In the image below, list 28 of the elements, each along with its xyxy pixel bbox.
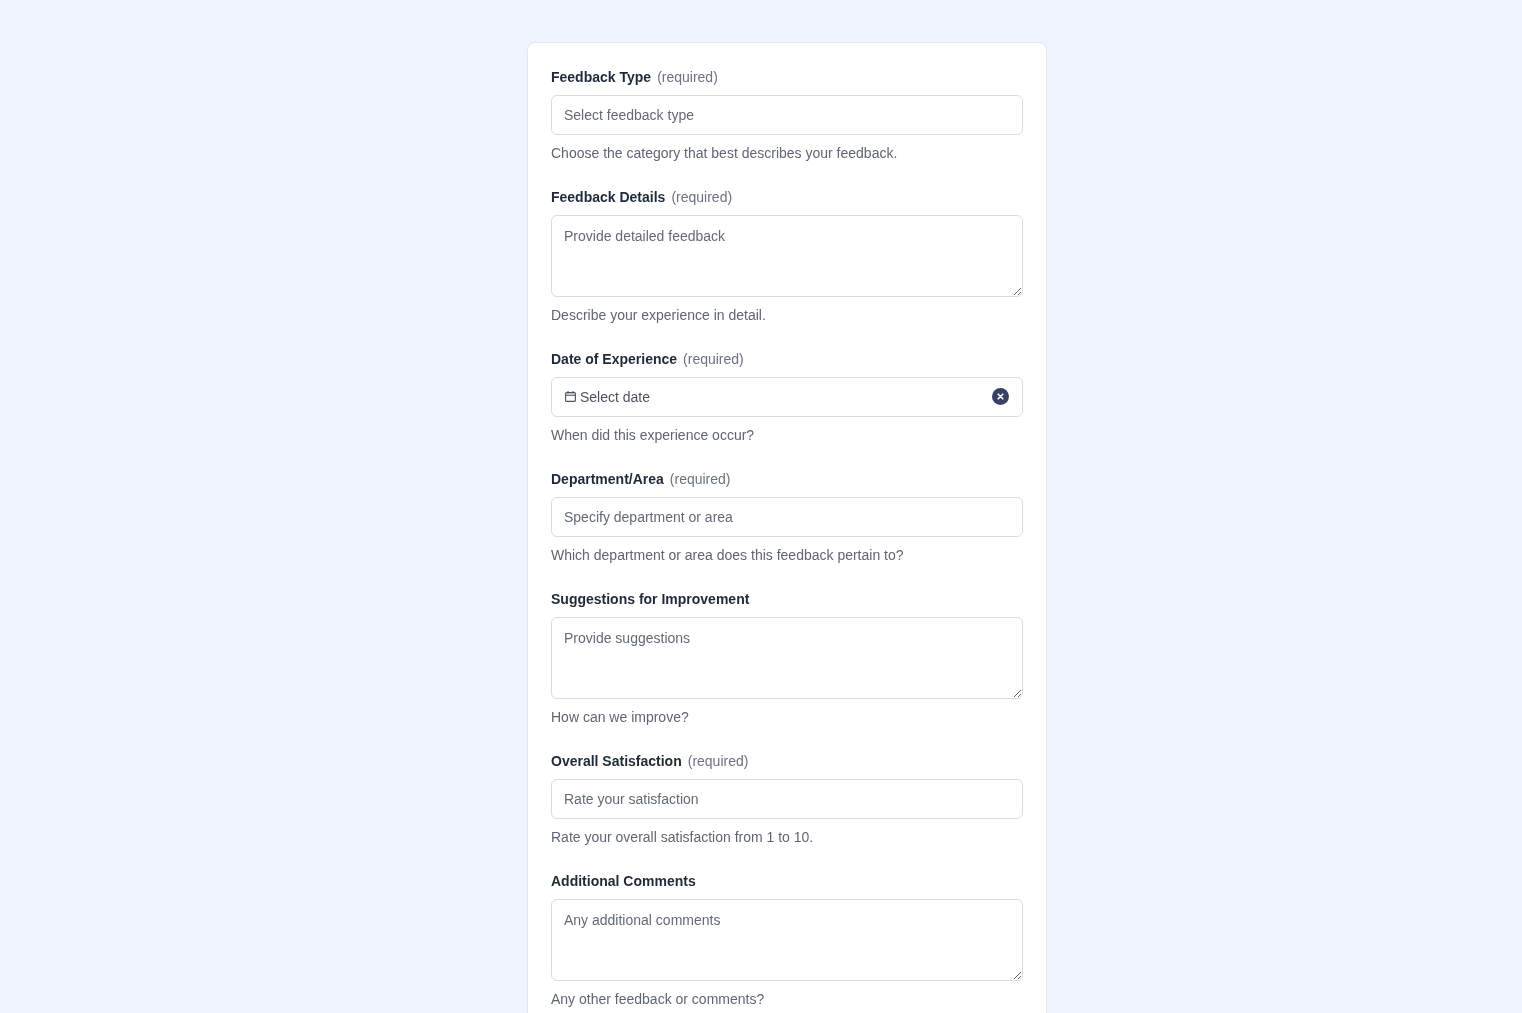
field-label: Date of Experience: [551, 350, 678, 369]
required-note: (required): [671, 188, 733, 207]
textarea-field[interactable]: Provide suggestions: [551, 617, 1023, 699]
field-label: Suggestions for Improvement: [551, 590, 750, 609]
required-note: (required): [657, 68, 718, 87]
help-text: Any other feedback or comments?: [551, 990, 766, 1009]
required-note: (required): [669, 470, 731, 489]
help-text: Describe your experience in detail.: [551, 306, 767, 325]
select-field[interactable]: Select feedback type: [551, 95, 1023, 135]
field-label: Overall Satisfaction: [551, 752, 682, 771]
help-text: How can we improve?: [551, 708, 690, 727]
help-text: Rate your overall satisfaction from 1 to 10.: [551, 828, 815, 847]
field-label: Feedback Type: [551, 68, 652, 87]
textarea-field[interactable]: Provide detailed feedback: [551, 215, 1023, 297]
help-text: When did this experience occur?: [551, 426, 756, 445]
field-label: Additional Comments: [551, 872, 696, 891]
text-field[interactable]: Specify department or area: [551, 497, 1023, 537]
text-field[interactable]: Rate your satisfaction: [551, 779, 1023, 819]
date-field[interactable]: Select date: [551, 377, 1023, 417]
calendar-icon: [565, 391, 576, 402]
textarea-field[interactable]: Any additional comments: [551, 899, 1023, 981]
field-label: Feedback Details: [551, 188, 666, 207]
required-note: (required): [683, 350, 744, 369]
clear-icon[interactable]: [992, 388, 1009, 405]
required-note: (required): [687, 752, 749, 771]
field-label: Department/Area: [551, 470, 664, 489]
help-text: Choose the category that best describes your feedback.: [551, 144, 899, 163]
help-text: Which department or area does this feedback pertain to?: [551, 546, 905, 565]
